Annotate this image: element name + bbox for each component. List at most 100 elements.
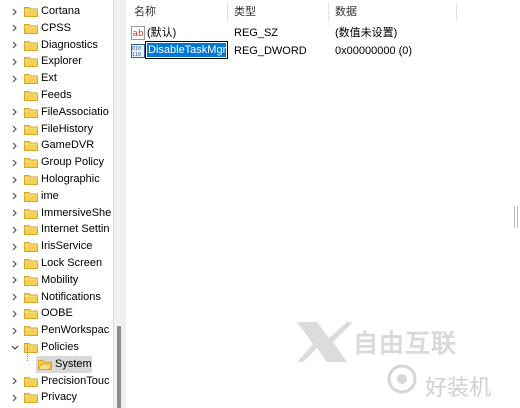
tree-item-label: Feeds bbox=[41, 89, 72, 101]
folder-icon bbox=[24, 224, 38, 236]
tree-item[interactable]: FileAssociatio bbox=[0, 104, 118, 121]
tree-item[interactable]: Privacy bbox=[0, 389, 118, 406]
tree-scrollbar[interactable] bbox=[113, 0, 127, 408]
tree-item-label: ImmersiveShe bbox=[41, 206, 112, 219]
chevron-right-icon[interactable] bbox=[11, 221, 19, 238]
column-header-type[interactable]: 类型 bbox=[234, 4, 256, 20]
chevron-down-icon[interactable] bbox=[11, 339, 19, 356]
tree-item[interactable]: Ext bbox=[0, 70, 118, 87]
tree-item-label: Cortana bbox=[41, 5, 81, 17]
resize-grip-icon[interactable] bbox=[512, 206, 520, 228]
tree-item[interactable]: IrisService bbox=[0, 238, 118, 255]
chevron-right-icon[interactable] bbox=[11, 121, 19, 138]
value-data: 0x00000000 (0) bbox=[335, 45, 413, 57]
folder-icon bbox=[24, 208, 38, 219]
tree-item-label: Lock Screen bbox=[41, 257, 103, 269]
binary-value-icon: 010 110 bbox=[131, 44, 145, 58]
tree-item-label: FileHistory bbox=[41, 122, 93, 135]
chevron-right-icon[interactable] bbox=[11, 104, 19, 121]
column-header-name[interactable]: 名称 bbox=[134, 4, 156, 20]
chevron-right-icon[interactable] bbox=[11, 3, 19, 20]
tree-item-label: Mobility bbox=[41, 273, 79, 286]
tree-item-label: Group Policy bbox=[41, 156, 104, 169]
tree-item[interactable]: OOBE bbox=[0, 305, 118, 322]
registry-key-tree[interactable]: Cortana CPSS Diagnostics Explorer Ext Fe… bbox=[0, 0, 118, 408]
tree-item-label: Holographic bbox=[41, 173, 100, 185]
column-divider[interactable] bbox=[227, 3, 228, 21]
tree-item-label: PrecisionTouc bbox=[41, 374, 110, 387]
tree-item[interactable]: GameDVR bbox=[0, 137, 118, 154]
folder-icon bbox=[24, 392, 38, 404]
chevron-right-icon[interactable] bbox=[11, 289, 19, 306]
chevron-right-icon[interactable] bbox=[11, 373, 19, 390]
rename-value-text[interactable]: DisableTaskMgr bbox=[147, 43, 226, 57]
tree-item[interactable]: Group Policy bbox=[0, 154, 118, 171]
chevron-right-icon[interactable] bbox=[11, 255, 19, 272]
value-name: (默认) bbox=[147, 27, 177, 39]
tree-item-label: Diagnostics bbox=[41, 38, 98, 51]
folder-icon bbox=[24, 140, 38, 152]
column-divider[interactable] bbox=[328, 3, 329, 21]
tree-item-label: PenWorkspac bbox=[41, 324, 110, 337]
tree-item[interactable]: PenWorkspac bbox=[0, 322, 118, 339]
folder-icon bbox=[24, 124, 38, 135]
tree-item-label: Privacy bbox=[41, 391, 78, 404]
column-header-data[interactable]: 数据 bbox=[335, 4, 357, 20]
tree-item[interactable]: CPSS bbox=[0, 20, 118, 37]
scrollbar-thumb[interactable] bbox=[117, 326, 121, 408]
registry-value-row[interactable]: ab (默认) REG_SZ (数值未设置) bbox=[126, 24, 520, 42]
svg-text:ab: ab bbox=[133, 29, 145, 39]
folder-icon bbox=[24, 191, 38, 202]
chevron-right-icon[interactable] bbox=[11, 70, 19, 87]
tree-item-label: IrisService bbox=[41, 240, 93, 253]
tree-item[interactable]: System bbox=[0, 355, 118, 373]
tree-item[interactable]: Holographic bbox=[0, 171, 118, 188]
tree-item[interactable]: Diagnostics bbox=[0, 37, 118, 54]
chevron-right-icon[interactable] bbox=[11, 154, 19, 171]
tree-item[interactable]: Feeds bbox=[0, 87, 118, 104]
tree-item[interactable]: Lock Screen bbox=[0, 255, 118, 272]
chevron-right-icon[interactable] bbox=[11, 305, 19, 322]
chevron-right-icon[interactable] bbox=[11, 137, 19, 154]
tree-item[interactable]: ImmersiveShe bbox=[0, 205, 118, 222]
tree-item[interactable]: Policies bbox=[0, 339, 118, 356]
folder-icon bbox=[24, 325, 38, 337]
tree-item[interactable]: Explorer bbox=[0, 53, 118, 70]
tree-item[interactable]: Cortana bbox=[0, 3, 118, 20]
tree-item[interactable]: Notifications bbox=[0, 289, 118, 306]
tree-item[interactable]: Mobility bbox=[0, 272, 118, 289]
chevron-right-icon[interactable] bbox=[11, 53, 19, 70]
tree-item-label: System bbox=[55, 357, 92, 370]
rename-value-field[interactable]: DisableTaskMgr bbox=[145, 41, 228, 59]
tree-item[interactable]: PrecisionTouc bbox=[0, 373, 118, 390]
chevron-right-icon[interactable] bbox=[11, 20, 19, 37]
value-data: (数值未设置) bbox=[335, 27, 398, 39]
watermark-x-logo bbox=[297, 322, 353, 362]
open-folder-icon bbox=[37, 359, 53, 370]
chevron-right-icon[interactable] bbox=[11, 205, 19, 222]
folder-icon bbox=[24, 73, 38, 85]
watermark: 自由互联 好装机 bbox=[295, 318, 495, 408]
tree-item[interactable]: Internet Settin bbox=[0, 221, 118, 238]
folder-icon bbox=[24, 107, 38, 118]
folder-icon bbox=[24, 308, 38, 320]
column-divider[interactable] bbox=[456, 3, 457, 21]
tree-item[interactable]: FileHistory bbox=[0, 121, 118, 138]
chevron-right-icon[interactable] bbox=[11, 272, 19, 289]
chevron-right-icon[interactable] bbox=[11, 171, 19, 188]
folder-icon bbox=[24, 241, 38, 253]
folder-icon bbox=[24, 258, 38, 269]
chevron-right-icon[interactable] bbox=[11, 188, 19, 205]
folder-icon bbox=[24, 275, 38, 286]
value-type: REG_DWORD bbox=[234, 45, 307, 57]
tree-item-label: FileAssociatio bbox=[41, 105, 109, 118]
chevron-right-icon[interactable] bbox=[11, 37, 19, 54]
chevron-right-icon[interactable] bbox=[11, 322, 19, 339]
chevron-right-icon[interactable] bbox=[11, 389, 19, 406]
registry-value-row[interactable]: 010 110 DisableTaskMgr REG_DWORD 0x00000… bbox=[126, 41, 520, 60]
chevron-right-icon[interactable] bbox=[11, 238, 19, 255]
tree-item[interactable]: ime bbox=[0, 188, 118, 205]
value-type: REG_SZ bbox=[234, 27, 279, 39]
folder-icon bbox=[24, 90, 38, 101]
